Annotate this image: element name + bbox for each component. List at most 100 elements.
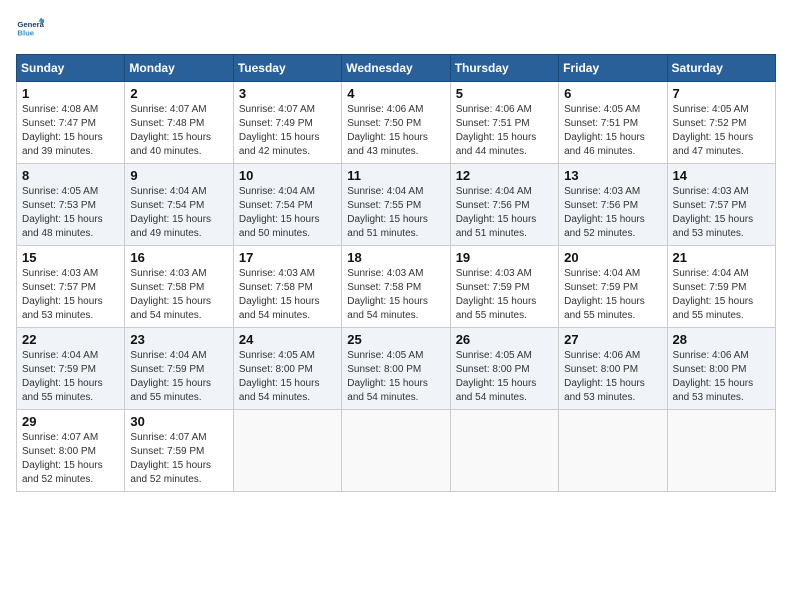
day-info: Sunrise: 4:05 AMSunset: 7:53 PMDaylight:… [22, 185, 119, 241]
day-info: Sunrise: 4:07 AMSunset: 7:59 PMDaylight:… [130, 431, 227, 487]
day-number: 10 [239, 168, 336, 183]
day-info: Sunrise: 4:05 AMSunset: 8:00 PMDaylight:… [456, 349, 553, 405]
calendar-cell [233, 410, 341, 492]
day-info: Sunrise: 4:05 AMSunset: 8:00 PMDaylight:… [239, 349, 336, 405]
logo-icon: General Blue [16, 16, 44, 44]
day-info: Sunrise: 4:03 AMSunset: 7:58 PMDaylight:… [130, 267, 227, 323]
calendar-cell: 30 Sunrise: 4:07 AMSunset: 7:59 PMDayligh… [125, 410, 233, 492]
day-info: Sunrise: 4:06 AMSunset: 8:00 PMDaylight:… [673, 349, 770, 405]
day-info: Sunrise: 4:03 AMSunset: 7:58 PMDaylight:… [347, 267, 444, 323]
weekday-header-thursday: Thursday [450, 55, 558, 82]
calendar-cell: 13Sunrise: 4:03 AMSunset: 7:56 PMDayligh… [559, 164, 667, 246]
calendar-cell: 14 Sunrise: 4:03 AMSunset: 7:57 PMDayligh… [667, 164, 775, 246]
day-info: Sunrise: 4:07 AMSunset: 8:00 PMDaylight:… [22, 431, 119, 487]
calendar-cell: 8 Sunrise: 4:05 AMSunset: 7:53 PMDaylight… [17, 164, 125, 246]
calendar-week-row: 29 Sunrise: 4:07 AMSunset: 8:00 PMDayligh… [17, 410, 776, 492]
calendar-cell: 17 Sunrise: 4:03 AMSunset: 7:58 PMDayligh… [233, 246, 341, 328]
weekday-header-monday: Monday [125, 55, 233, 82]
calendar-cell [450, 410, 558, 492]
calendar-cell: 6 Sunrise: 4:05 AMSunset: 7:51 PMDaylight… [559, 82, 667, 164]
calendar-cell: 26 Sunrise: 4:05 AMSunset: 8:00 PMDayligh… [450, 328, 558, 410]
calendar-cell: 20 Sunrise: 4:04 AMSunset: 7:59 PMDayligh… [559, 246, 667, 328]
weekday-header-friday: Friday [559, 55, 667, 82]
calendar-cell: 25 Sunrise: 4:05 AMSunset: 8:00 PMDayligh… [342, 328, 450, 410]
page-header: General Blue [16, 16, 776, 44]
calendar-cell: 29 Sunrise: 4:07 AMSunset: 8:00 PMDayligh… [17, 410, 125, 492]
day-number: 4 [347, 86, 444, 101]
calendar-cell: 15Sunrise: 4:03 AMSunset: 7:57 PMDayligh… [17, 246, 125, 328]
day-info: Sunrise: 4:06 AMSunset: 8:00 PMDaylight:… [564, 349, 661, 405]
day-number: 26 [456, 332, 553, 347]
calendar-week-row: 8 Sunrise: 4:05 AMSunset: 7:53 PMDaylight… [17, 164, 776, 246]
day-number: 30 [130, 414, 227, 429]
day-info: Sunrise: 4:03 AMSunset: 7:58 PMDaylight:… [239, 267, 336, 323]
weekday-header-wednesday: Wednesday [342, 55, 450, 82]
day-info: Sunrise: 4:06 AMSunset: 7:51 PMDaylight:… [456, 103, 553, 159]
day-info: Sunrise: 4:03 AMSunset: 7:57 PMDaylight:… [673, 185, 770, 241]
day-info: Sunrise: 4:04 AMSunset: 7:56 PMDaylight:… [456, 185, 553, 241]
calendar-cell: 22 Sunrise: 4:04 AMSunset: 7:59 PMDayligh… [17, 328, 125, 410]
day-number: 5 [456, 86, 553, 101]
calendar-cell [667, 410, 775, 492]
day-info: Sunrise: 4:05 AMSunset: 8:00 PMDaylight:… [347, 349, 444, 405]
day-number: 29 [22, 414, 119, 429]
day-number: 9 [130, 168, 227, 183]
day-info: Sunrise: 4:05 AMSunset: 7:52 PMDaylight:… [673, 103, 770, 159]
calendar-cell: 28 Sunrise: 4:06 AMSunset: 8:00 PMDayligh… [667, 328, 775, 410]
calendar-cell: 24 Sunrise: 4:05 AMSunset: 8:00 PMDayligh… [233, 328, 341, 410]
logo: General Blue [16, 16, 48, 44]
calendar-cell: 12 Sunrise: 4:04 AMSunset: 7:56 PMDayligh… [450, 164, 558, 246]
calendar-week-row: 15Sunrise: 4:03 AMSunset: 7:57 PMDayligh… [17, 246, 776, 328]
day-info: Sunrise: 4:03 AMSunset: 7:56 PMDaylight:… [564, 185, 661, 241]
weekday-header-sunday: Sunday [17, 55, 125, 82]
calendar-cell: 11Sunrise: 4:04 AMSunset: 7:55 PMDayligh… [342, 164, 450, 246]
calendar-week-row: 1 Sunrise: 4:08 AMSunset: 7:47 PMDaylight… [17, 82, 776, 164]
day-info: Sunrise: 4:04 AMSunset: 7:54 PMDaylight:… [130, 185, 227, 241]
day-info: Sunrise: 4:06 AMSunset: 7:50 PMDaylight:… [347, 103, 444, 159]
day-info: Sunrise: 4:04 AMSunset: 7:59 PMDaylight:… [673, 267, 770, 323]
day-number: 21 [673, 250, 770, 265]
day-number: 16 [130, 250, 227, 265]
day-number: 7 [673, 86, 770, 101]
day-info: Sunrise: 4:05 AMSunset: 7:51 PMDaylight:… [564, 103, 661, 159]
day-number: 12 [456, 168, 553, 183]
day-info: Sunrise: 4:07 AMSunset: 7:48 PMDaylight:… [130, 103, 227, 159]
calendar-cell: 5 Sunrise: 4:06 AMSunset: 7:51 PMDaylight… [450, 82, 558, 164]
day-info: Sunrise: 4:08 AMSunset: 7:47 PMDaylight:… [22, 103, 119, 159]
calendar-cell: 23 Sunrise: 4:04 AMSunset: 7:59 PMDayligh… [125, 328, 233, 410]
day-number: 25 [347, 332, 444, 347]
day-info: Sunrise: 4:04 AMSunset: 7:59 PMDaylight:… [564, 267, 661, 323]
day-number: 28 [673, 332, 770, 347]
svg-text:Blue: Blue [17, 29, 34, 38]
calendar-table: SundayMondayTuesdayWednesdayThursdayFrid… [16, 54, 776, 492]
calendar-header-row: SundayMondayTuesdayWednesdayThursdayFrid… [17, 55, 776, 82]
day-number: 8 [22, 168, 119, 183]
weekday-header-tuesday: Tuesday [233, 55, 341, 82]
day-number: 1 [22, 86, 119, 101]
calendar-cell: 7 Sunrise: 4:05 AMSunset: 7:52 PMDaylight… [667, 82, 775, 164]
day-number: 24 [239, 332, 336, 347]
day-number: 20 [564, 250, 661, 265]
calendar-cell: 1 Sunrise: 4:08 AMSunset: 7:47 PMDaylight… [17, 82, 125, 164]
calendar-week-row: 22 Sunrise: 4:04 AMSunset: 7:59 PMDayligh… [17, 328, 776, 410]
calendar-cell: 10 Sunrise: 4:04 AMSunset: 7:54 PMDayligh… [233, 164, 341, 246]
day-number: 18 [347, 250, 444, 265]
day-number: 14 [673, 168, 770, 183]
calendar-cell: 27Sunrise: 4:06 AMSunset: 8:00 PMDayligh… [559, 328, 667, 410]
calendar-cell [559, 410, 667, 492]
day-number: 22 [22, 332, 119, 347]
day-number: 23 [130, 332, 227, 347]
day-number: 17 [239, 250, 336, 265]
day-info: Sunrise: 4:07 AMSunset: 7:49 PMDaylight:… [239, 103, 336, 159]
day-info: Sunrise: 4:04 AMSunset: 7:59 PMDaylight:… [22, 349, 119, 405]
day-number: 11 [347, 168, 444, 183]
day-number: 6 [564, 86, 661, 101]
day-info: Sunrise: 4:04 AMSunset: 7:59 PMDaylight:… [130, 349, 227, 405]
calendar-cell: 4 Sunrise: 4:06 AMSunset: 7:50 PMDaylight… [342, 82, 450, 164]
calendar-cell: 21 Sunrise: 4:04 AMSunset: 7:59 PMDayligh… [667, 246, 775, 328]
day-info: Sunrise: 4:04 AMSunset: 7:54 PMDaylight:… [239, 185, 336, 241]
day-number: 15 [22, 250, 119, 265]
day-number: 3 [239, 86, 336, 101]
calendar-cell: 18 Sunrise: 4:03 AMSunset: 7:58 PMDayligh… [342, 246, 450, 328]
calendar-cell: 19Sunrise: 4:03 AMSunset: 7:59 PMDayligh… [450, 246, 558, 328]
